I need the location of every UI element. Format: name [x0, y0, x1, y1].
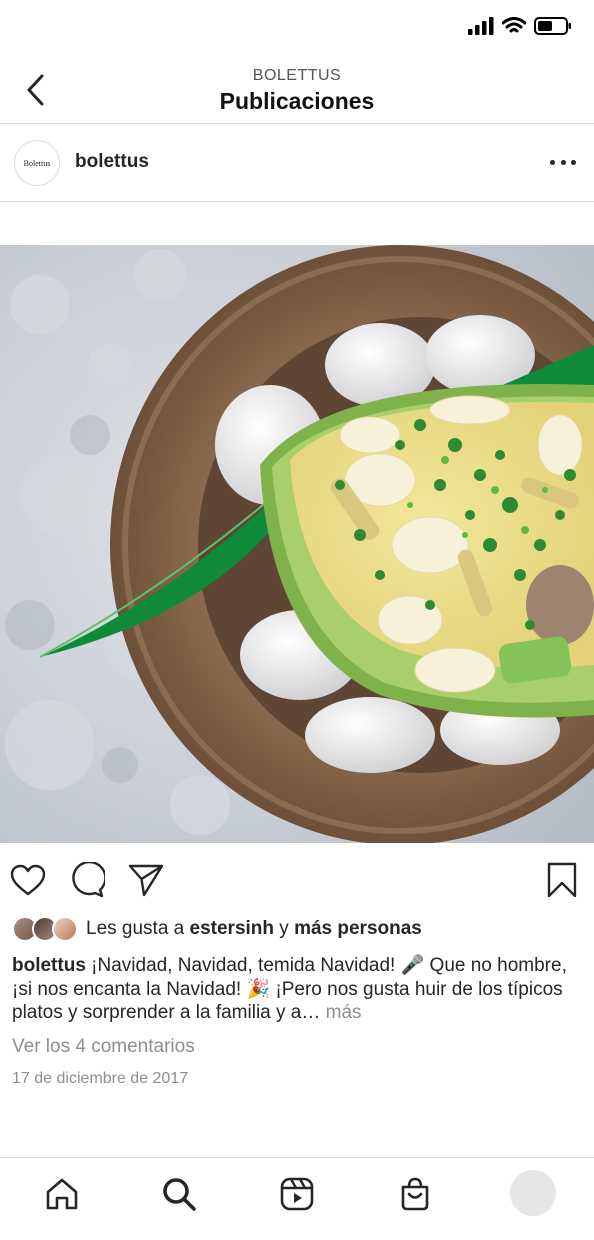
dot-icon [560, 159, 566, 165]
likes-others[interactable]: más personas [294, 918, 422, 939]
nav-home[interactable] [42, 1174, 82, 1214]
nav-header: BOLETTUS Publicaciones [0, 56, 594, 124]
post-username[interactable]: bolettus [75, 151, 149, 173]
caption-username[interactable]: bolettus [12, 955, 86, 976]
save-button[interactable] [543, 861, 581, 899]
likes-text[interactable]: Les gusta a estersinh y más personas [86, 918, 422, 940]
status-icons [468, 16, 572, 36]
nav-shop[interactable] [395, 1174, 435, 1214]
liker-avatars[interactable] [12, 915, 78, 943]
food-photo [0, 245, 594, 843]
battery-icon [534, 17, 571, 35]
nav-search[interactable] [159, 1174, 199, 1214]
header-titles: BOLETTUS Publicaciones [0, 66, 594, 116]
likes-prefix: Les gusta a [86, 918, 185, 939]
caption-text: ¡Navidad, Navidad, temida Navidad! 🎤 Que… [12, 955, 567, 1023]
more-options-button[interactable] [550, 152, 576, 172]
search-icon [163, 1178, 196, 1211]
liker-avatar [52, 916, 78, 942]
post-header: Bolettus bolettus [0, 124, 594, 202]
avatar-logo-text: Bolettus [23, 158, 51, 168]
signal-icon [468, 17, 494, 35]
reels-icon [280, 1177, 314, 1211]
likes-connector: y [279, 918, 289, 939]
heart-icon [10, 864, 46, 896]
post-actions [0, 845, 594, 915]
comment-icon [72, 862, 105, 898]
bottom-nav [0, 1157, 594, 1240]
shop-icon [401, 1177, 429, 1211]
like-button[interactable] [9, 861, 47, 899]
likes-row: Les gusta a estersinh y más personas [12, 914, 422, 944]
bookmark-icon [547, 862, 577, 898]
liker-username[interactable]: estersinh [190, 918, 274, 939]
share-button[interactable] [127, 861, 165, 899]
page-title: Publicaciones [219, 88, 375, 114]
post-date: 17 de diciembre de 2017 [12, 1070, 189, 1087]
caption-more-link[interactable]: más [326, 1002, 362, 1023]
status-bar [0, 0, 594, 56]
post-caption: bolettus ¡Navidad, Navidad, temida Navid… [12, 954, 582, 1025]
dot-icon [571, 159, 576, 165]
comment-button[interactable] [68, 861, 106, 899]
share-icon [128, 864, 164, 897]
home-icon [46, 1178, 78, 1210]
wifi-icon [502, 17, 526, 33]
profile-avatar[interactable] [510, 1170, 556, 1216]
avatar[interactable]: Bolettus [14, 140, 60, 186]
dot-icon [550, 159, 555, 165]
view-comments-link[interactable]: Ver los 4 comentarios [12, 1036, 195, 1058]
post-image[interactable] [0, 245, 594, 843]
header-account-name: BOLETTUS [252, 67, 342, 84]
nav-reels[interactable] [277, 1174, 317, 1214]
